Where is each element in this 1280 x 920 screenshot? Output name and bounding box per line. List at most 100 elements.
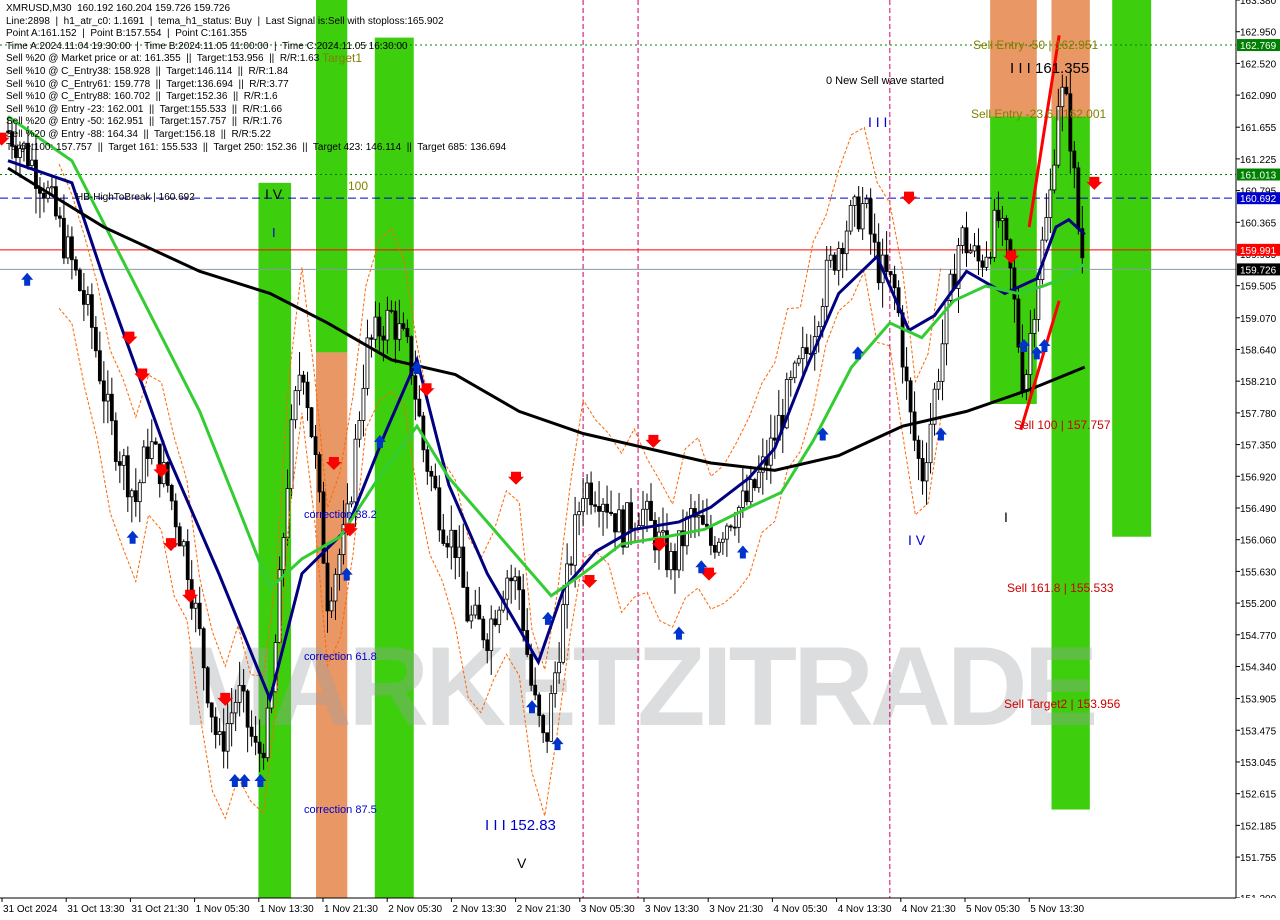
candle-body (904, 366, 909, 382)
candle-body (297, 374, 302, 392)
time-tick-label: 3 Nov 13:30 (645, 904, 699, 915)
candle-body (437, 487, 442, 531)
price-tick-label: 152.615 (1240, 790, 1277, 801)
price-axis-background (1236, 0, 1280, 920)
candle-body (50, 186, 54, 189)
candle-body (469, 614, 474, 622)
candle-body (573, 514, 578, 566)
candle-body (153, 441, 158, 445)
candle-body (964, 227, 969, 254)
candle-body (209, 702, 214, 718)
candle-body (872, 233, 877, 243)
candle-body (1000, 217, 1005, 222)
price-tick-label: 156.490 (1240, 504, 1277, 515)
price-tick-label: 161.225 (1240, 155, 1277, 166)
time-tick-label: 2 Nov 21:30 (517, 904, 571, 915)
candle-body (181, 541, 186, 547)
signal-info-line: Sell %10 @ C_Entry61: 159.778 || Target:… (6, 78, 289, 90)
candle-body (177, 526, 182, 547)
candle-body (405, 328, 410, 338)
price-tick-label: 159.070 (1240, 314, 1277, 325)
candle-body (401, 323, 406, 329)
candle-body (441, 529, 446, 544)
candle-body (517, 576, 522, 591)
price-tick-label: 154.340 (1240, 662, 1277, 673)
candle-body (481, 618, 486, 641)
candle-body (389, 309, 394, 312)
signal-info-line: Line:2898 | h1_atr_c0: 1.1691 | tema_h1_… (6, 15, 444, 27)
candle-body (497, 609, 502, 626)
candle-body (245, 690, 250, 728)
candle-body (697, 515, 701, 518)
candle-body (545, 732, 550, 742)
candle-body (133, 490, 138, 503)
candle-body (740, 490, 745, 508)
price-tick-label: 153.475 (1240, 726, 1277, 737)
candle-body (105, 393, 110, 402)
time-axis-background (0, 898, 1280, 920)
candle-body (609, 511, 613, 514)
candle-body (97, 350, 102, 382)
candle-body (129, 490, 134, 498)
candle-body (301, 374, 306, 383)
candle-body (429, 470, 434, 477)
candle-body (1016, 298, 1021, 348)
candle-body (908, 380, 913, 413)
candle-body (54, 186, 58, 217)
candle-body (237, 685, 242, 703)
signal-zone (1112, 0, 1152, 537)
candle-body (1044, 217, 1049, 241)
price-tick-label: 153.905 (1240, 695, 1277, 706)
candle-body (701, 515, 705, 525)
label-sell-target2: Sell Target2 | 153.956 (1004, 697, 1121, 711)
candle-body (852, 196, 857, 206)
candle-body (89, 294, 94, 328)
candle-body (285, 488, 290, 538)
candle-body (473, 604, 478, 616)
candle-body (513, 576, 518, 582)
candle-body (585, 482, 589, 499)
candle-body (724, 525, 729, 540)
candle-body (677, 530, 681, 571)
candle-body (804, 347, 809, 354)
candle-body (145, 446, 150, 459)
candle-body (916, 439, 921, 459)
candle-body (581, 498, 585, 513)
candle-body (924, 462, 929, 482)
candle-body (792, 362, 797, 379)
time-tick-label: 5 Nov 13:30 (1030, 904, 1084, 915)
label-wave-i-left: I (272, 225, 276, 240)
candle-body (521, 589, 526, 631)
price-tag-label: 161.013 (1240, 171, 1277, 182)
candle-body (533, 684, 538, 696)
price-tick-label: 154.770 (1240, 631, 1277, 642)
price-tick-label: 161.655 (1240, 123, 1277, 134)
candle-body (509, 577, 514, 582)
price-tick-label: 151.755 (1240, 853, 1277, 864)
price-tick-label: 157.780 (1240, 409, 1277, 420)
candle-body (1052, 164, 1057, 191)
price-tag-label: 159.991 (1240, 246, 1277, 257)
candle-body (557, 661, 562, 674)
candle-body (117, 461, 122, 466)
candle-body (293, 390, 298, 421)
candle-body (265, 707, 270, 759)
candle-body (137, 482, 142, 503)
candle-body (70, 236, 74, 261)
candle-body (832, 254, 837, 271)
candle-body (968, 250, 973, 254)
candle-body (141, 446, 146, 484)
candle-body (589, 482, 593, 506)
price-tag-label: 159.726 (1240, 265, 1277, 276)
candle-body (868, 198, 873, 235)
candle-body (709, 525, 713, 546)
candle-body (860, 203, 865, 230)
candle-body (281, 537, 286, 571)
candle-body (165, 462, 170, 486)
candle-body (349, 501, 354, 505)
candle-body (453, 529, 458, 559)
candle-body (1020, 346, 1025, 393)
candle-body (325, 562, 330, 612)
price-tick-label: 156.060 (1240, 536, 1277, 547)
label-100: 100 (348, 179, 368, 193)
